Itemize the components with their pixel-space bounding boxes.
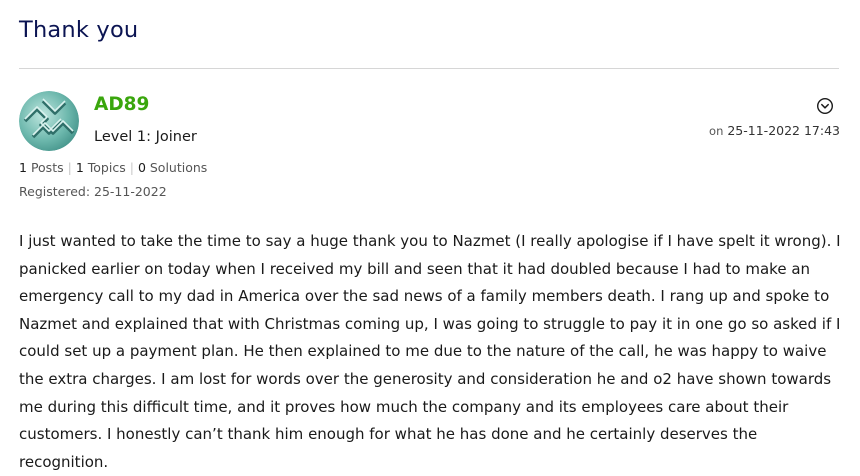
- topics-count: 1: [75, 160, 84, 175]
- stats-separator: |: [129, 160, 134, 175]
- author-rank: Level 1: Joiner: [94, 129, 197, 145]
- avatar[interactable]: [19, 91, 79, 151]
- solutions-label: Solutions: [149, 160, 208, 175]
- posts-label: Posts: [30, 160, 64, 175]
- author-stats: 1 Posts | 1 Topics | 0 Solutions: [19, 160, 207, 175]
- post-title: Thank you: [19, 17, 139, 43]
- posts-count: 1: [19, 160, 27, 175]
- post-date-value: 25-11-2022 17:43: [727, 123, 840, 138]
- title-divider: [19, 68, 839, 69]
- registered-date: Registered: 25-11-2022: [19, 184, 167, 199]
- post-date-prefix: on: [709, 124, 724, 138]
- topics-label: Topics: [87, 160, 126, 175]
- solutions-count: 0: [137, 160, 146, 175]
- stats-separator: |: [67, 160, 72, 175]
- tech-pattern-avatar-icon: [19, 91, 79, 151]
- author-username-link[interactable]: AD89: [94, 94, 149, 115]
- post-body: I just wanted to take the time to say a …: [19, 232, 841, 471]
- post-date: on 25-11-2022 17:43: [709, 123, 840, 138]
- chevron-down-circle-icon[interactable]: [816, 97, 834, 115]
